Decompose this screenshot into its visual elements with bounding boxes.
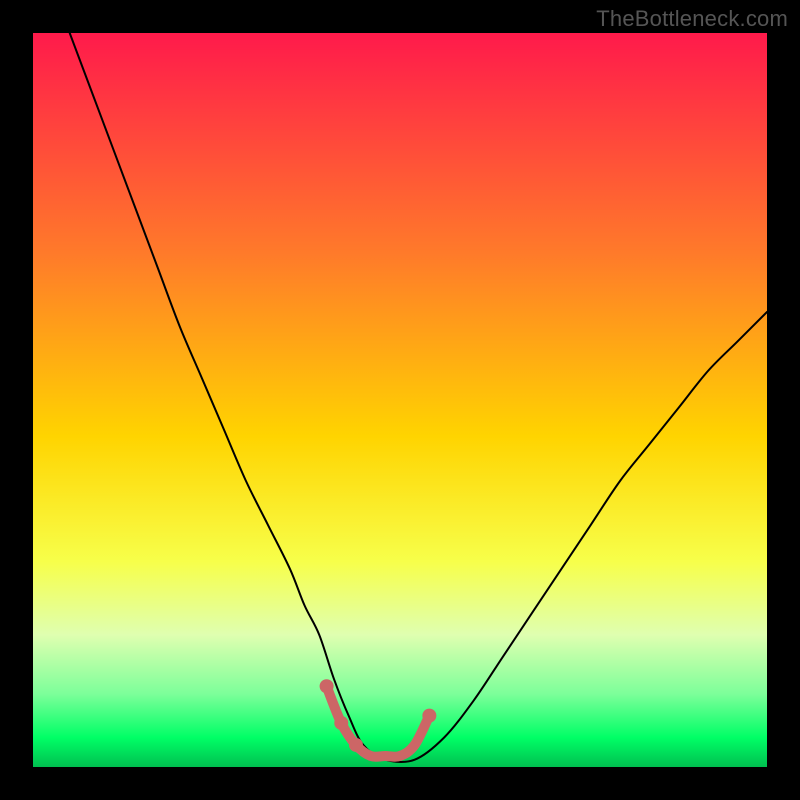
bottleneck-chart (0, 0, 800, 800)
chart-container: TheBottleneck.com (0, 0, 800, 800)
highlight-band-marker (349, 738, 363, 752)
highlight-band-marker (334, 716, 348, 730)
highlight-band-marker (320, 679, 334, 693)
highlight-band-marker (422, 709, 436, 723)
plot-background (33, 33, 767, 767)
watermark-text: TheBottleneck.com (596, 6, 788, 32)
